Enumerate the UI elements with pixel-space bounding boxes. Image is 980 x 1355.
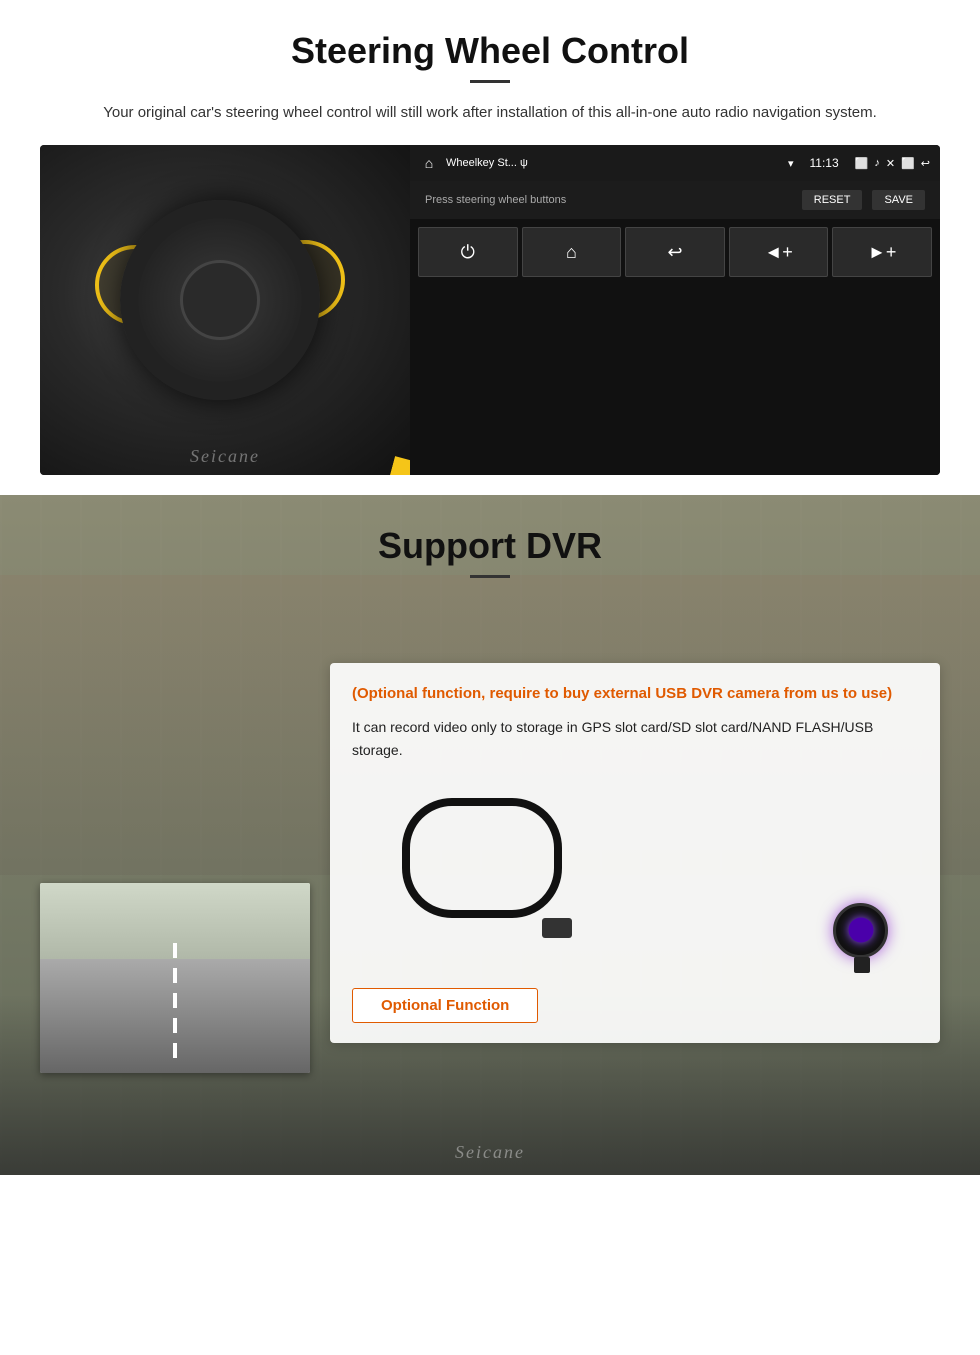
dvr-optional-note: (Optional function, require to buy exter… [352,683,918,706]
steering-composite-image: Seicane ⌂ Wheelkey St... ψ ▾ 11:13 ⬜ ♪ ✕… [40,145,940,475]
camera-icon: ⬜ [855,157,869,170]
dvr-section: Support DVR (Optional function, require … [0,495,980,1175]
press-prompt: Press steering wheel buttons [425,194,566,206]
hw-btn-power[interactable]: ⏻ [418,227,518,277]
volume-icon: ♪ [874,157,880,169]
steering-wheel-hub [180,260,260,340]
camera-mount [854,957,870,973]
home-icon: ⌂ [420,154,438,172]
optional-function-button[interactable]: Optional Function [352,988,538,1023]
camera-body-art [833,903,888,958]
dvr-description: It can record video only to storage in G… [352,716,918,762]
cable-coil [402,798,562,918]
preview-road-lines [173,943,177,1063]
steering-title: Steering Wheel Control [40,30,940,72]
head-unit-app-name: Wheelkey St... ψ [446,157,780,169]
head-unit-button-grid: ⏻ ⌂ ↩ ◄+ ►+ [410,219,940,475]
wifi-icon: ▾ [788,157,794,170]
dvr-camera-product-image [352,778,918,978]
dvr-title-divider [470,575,510,578]
dvr-content-area: (Optional function, require to buy exter… [40,603,940,1073]
close-icon: ✕ [886,157,895,170]
head-unit-time: 11:13 [810,156,839,170]
arrow-shape [382,436,410,475]
steering-wheel-ring [120,200,320,400]
head-unit-controls-bar: Press steering wheel buttons RESET SAVE [410,181,940,219]
cable-usb-plug [542,918,572,938]
hw-btn-back[interactable]: ↩ [625,227,725,277]
hw-btn-home[interactable]: ⌂ [522,227,622,277]
head-unit-ui: ⌂ Wheelkey St... ψ ▾ 11:13 ⬜ ♪ ✕ ⬜ ↩ Pre… [410,145,940,475]
head-unit-topbar: ⌂ Wheelkey St... ψ ▾ 11:13 ⬜ ♪ ✕ ⬜ ↩ [410,145,940,181]
save-button[interactable]: SAVE [872,190,925,210]
steering-section: Steering Wheel Control Your original car… [0,0,980,495]
dvr-info-panel: (Optional function, require to buy exter… [330,663,940,1043]
steering-wheel-photo: Seicane [40,145,410,475]
steering-title-divider [470,80,510,83]
dvr-title: Support DVR [40,525,940,567]
dvr-inner: Support DVR (Optional function, require … [0,495,980,1103]
seicane-watermark-steering: Seicane [190,446,260,467]
hw-btn-vol-down[interactable]: ◄+ [729,227,829,277]
reset-button[interactable]: RESET [802,190,863,210]
head-unit-status-icons: ⬜ ♪ ✕ ⬜ ↩ [855,157,930,170]
dvr-dashcam-preview [40,883,310,1073]
camera-cable-art [392,788,572,938]
steering-subtitle: Your original car's steering wheel contr… [80,101,900,125]
screen-icon: ⬜ [901,157,915,170]
camera-lens [848,918,873,943]
back-icon: ↩ [921,157,930,170]
hw-btn-vol-up[interactable]: ►+ [832,227,932,277]
